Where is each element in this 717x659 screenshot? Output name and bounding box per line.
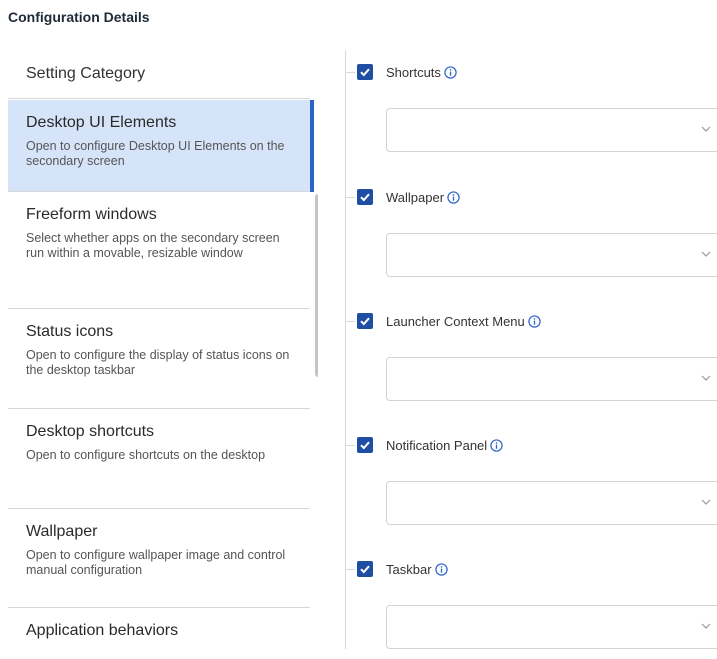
launcher-context-menu-dropdown[interactable] — [386, 357, 717, 401]
category-title: Application behaviors — [26, 622, 179, 639]
checkmark-icon — [360, 193, 370, 202]
category-item-desktop-shortcuts[interactable]: Desktop shortcuts Open to configure shor… — [8, 409, 310, 509]
taskbar-dropdown[interactable] — [386, 605, 717, 649]
category-item-application-behaviors[interactable]: Application behaviors — [8, 608, 310, 649]
setting-launcher-context-menu: Launcher Context Menu — [345, 301, 717, 411]
selected-indicator — [310, 100, 314, 192]
category-item-desktop-ui-elements[interactable]: Desktop UI Elements Open to configure De… — [8, 100, 310, 192]
wallpaper-dropdown[interactable] — [386, 233, 717, 277]
info-icon[interactable] — [434, 563, 448, 576]
shortcuts-checkbox[interactable] — [357, 64, 373, 80]
category-item-freeform-windows[interactable]: Freeform windows Select whether apps on … — [8, 192, 310, 309]
tree-connector — [345, 445, 355, 446]
wallpaper-checkbox[interactable] — [357, 189, 373, 205]
chevron-down-icon — [701, 623, 711, 629]
checkmark-icon — [360, 565, 370, 574]
setting-category-list: Setting Category Desktop UI Elements Ope… — [8, 50, 318, 649]
launcher-context-menu-checkbox[interactable] — [357, 313, 373, 329]
info-icon[interactable] — [447, 191, 460, 204]
setting-category-header-label: Setting Category — [26, 65, 146, 82]
taskbar-label: Taskbar — [386, 562, 448, 577]
chevron-down-icon — [701, 251, 711, 257]
notification-panel-dropdown[interactable] — [386, 481, 717, 525]
setting-wallpaper: Wallpaper — [345, 177, 717, 287]
tree-connector — [345, 569, 355, 570]
taskbar-checkbox[interactable] — [357, 561, 373, 577]
tree-connector — [345, 72, 355, 73]
category-description: Open to configure Desktop UI Elements on… — [26, 139, 285, 168]
category-title: Wallpaper — [26, 523, 98, 540]
tree-connector — [345, 321, 355, 322]
checkmark-icon — [360, 441, 370, 450]
setting-taskbar: Taskbar — [345, 549, 717, 659]
launcher-context-menu-label: Launcher Context Menu — [386, 314, 541, 329]
category-item-wallpaper[interactable]: Wallpaper Open to configure wallpaper im… — [8, 509, 310, 608]
category-description: Select whether apps on the secondary scr… — [26, 231, 280, 260]
info-icon[interactable] — [528, 315, 541, 328]
category-item-status-icons[interactable]: Status icons Open to configure the displ… — [8, 309, 310, 409]
category-title: Desktop shortcuts — [26, 423, 155, 440]
notification-panel-label: Notification Panel — [386, 438, 503, 453]
shortcuts-dropdown[interactable] — [386, 108, 717, 152]
tree-connector — [345, 197, 355, 198]
category-description: Open to configure shortcuts on the deskt… — [26, 448, 266, 462]
chevron-down-icon — [701, 126, 711, 132]
setting-shortcuts: Shortcuts — [345, 52, 717, 162]
wallpaper-label: Wallpaper — [386, 190, 460, 205]
checkmark-icon — [360, 68, 370, 77]
info-icon[interactable] — [490, 439, 503, 452]
notification-panel-checkbox[interactable] — [357, 437, 373, 453]
page-title: Configuration Details — [8, 9, 150, 25]
category-title: Desktop UI Elements — [26, 114, 177, 131]
checkmark-icon — [360, 317, 370, 326]
setting-category-header: Setting Category — [8, 50, 310, 99]
shortcuts-label: Shortcuts — [386, 65, 457, 80]
category-description: Open to configure the display of status … — [26, 348, 290, 377]
info-icon[interactable] — [444, 66, 457, 79]
chevron-down-icon — [701, 375, 711, 381]
scrollbar-thumb[interactable] — [315, 194, 318, 377]
chevron-down-icon — [701, 499, 711, 505]
category-description: Open to configure wallpaper image and co… — [26, 548, 286, 577]
category-title: Status icons — [26, 323, 114, 340]
setting-notification-panel: Notification Panel — [345, 425, 717, 535]
category-title: Freeform windows — [26, 206, 157, 223]
